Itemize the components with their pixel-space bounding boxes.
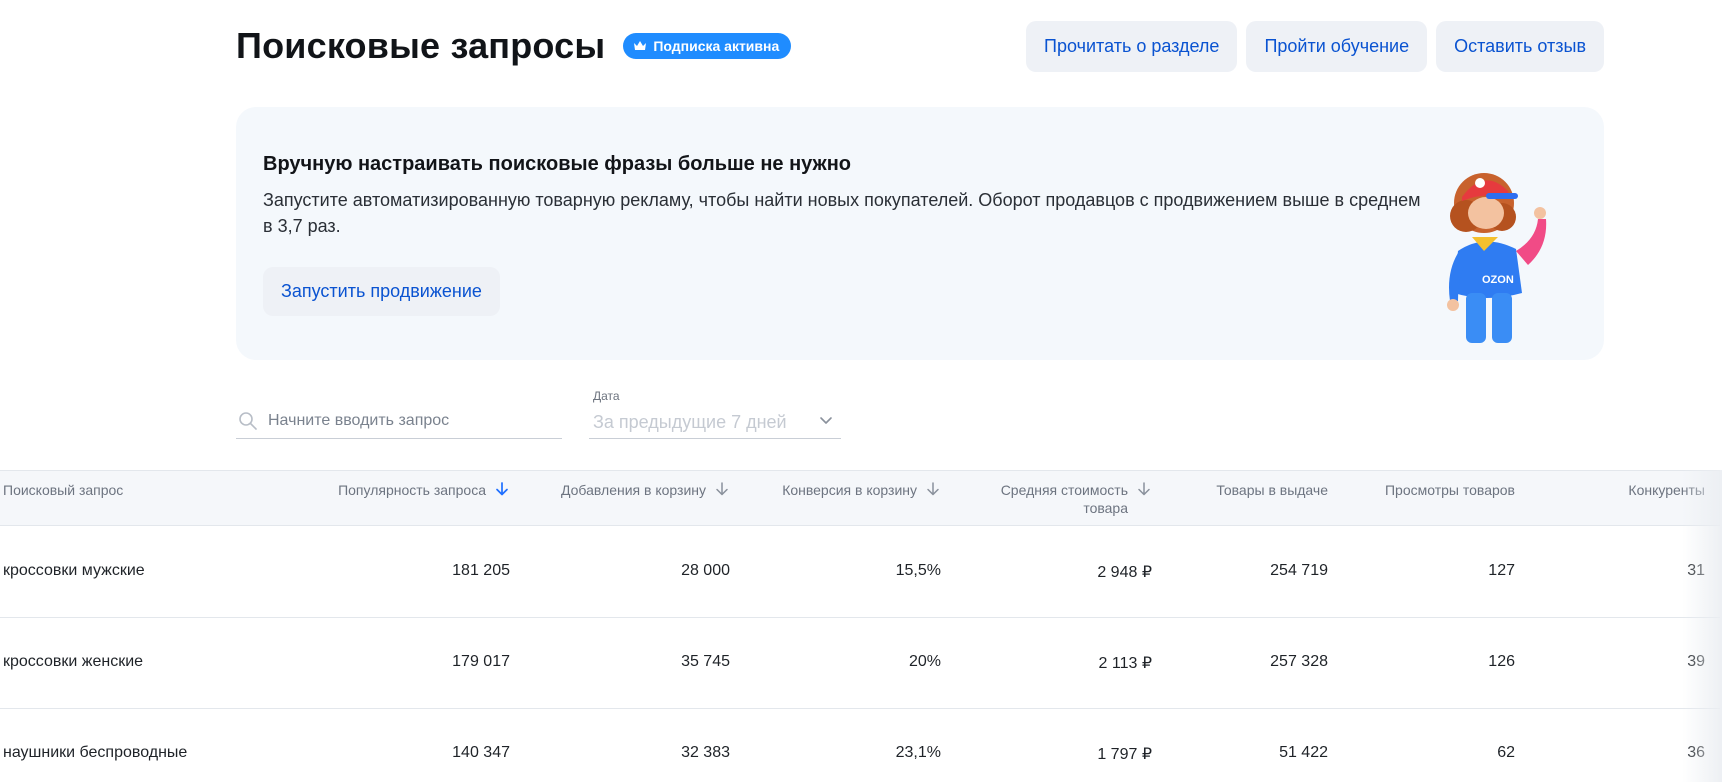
- cell-add-to-cart: 28 000: [681, 562, 730, 579]
- sort-arrow-down-icon: [716, 482, 728, 496]
- promo-text: Запустите автоматизированную товарную ре…: [263, 190, 1421, 236]
- sort-arrow-down-icon: [1138, 482, 1150, 496]
- subscription-badge: Подписка активна: [623, 33, 792, 59]
- leave-feedback-button[interactable]: Оставить отзыв: [1436, 20, 1604, 72]
- cell-products-in-results: 254 719: [1270, 562, 1328, 579]
- chevron-down-icon: [820, 417, 832, 424]
- ozon-mascot-illustration: OZON: [1447, 173, 1547, 343]
- search-queries-table: Поисковый запрос Популярность запроса До…: [0, 470, 1722, 782]
- cell-cart-conversion: 23,1%: [895, 744, 941, 761]
- cell-query: наушники беспроводные: [3, 744, 188, 761]
- subscription-badge-label: Подписка активна: [653, 38, 780, 54]
- date-value: За предыдущие 7 дней: [593, 412, 787, 432]
- cell-product-views: 62: [1497, 744, 1515, 761]
- cell-popularity: 179 017: [452, 653, 510, 670]
- cell-add-to-cart: 35 745: [681, 653, 730, 670]
- column-header-query[interactable]: Поисковый запрос: [3, 481, 123, 499]
- sort-arrow-down-icon: [927, 482, 939, 496]
- column-header-products-in-results[interactable]: Товары в выдаче: [1170, 481, 1328, 499]
- column-header-average-price[interactable]: Средняя стоимость товара: [960, 481, 1152, 517]
- cell-cart-conversion: 15,5%: [895, 562, 941, 579]
- read-about-section-button[interactable]: Прочитать о разделе: [1026, 20, 1238, 72]
- column-header-product-views[interactable]: Просмотры товаров: [1340, 481, 1515, 499]
- page-header: Поисковые запросы Подписка активна Прочи…: [236, 18, 1604, 74]
- cell-popularity: 181 205: [452, 562, 510, 579]
- column-header-add-to-cart[interactable]: Добавления в корзину: [520, 481, 730, 499]
- cell-add-to-cart: 32 383: [681, 744, 730, 761]
- crown-icon: [634, 41, 647, 50]
- table-row[interactable]: наушники беспроводные 140 347 32 383 23,…: [0, 708, 1720, 782]
- cell-competitors: 39: [1687, 653, 1705, 670]
- cell-cart-conversion: 20%: [908, 653, 941, 670]
- table-header: Поисковый запрос Популярность запроса До…: [0, 470, 1720, 526]
- search-input[interactable]: [266, 411, 550, 431]
- page-title: Поисковые запросы: [236, 25, 606, 66]
- cell-product-views: 127: [1488, 562, 1515, 579]
- cell-average-price: 2 113 ₽: [1098, 655, 1152, 672]
- promo-banner: Вручную настраивать поисковые фразы боль…: [236, 107, 1604, 360]
- search-field: [236, 404, 562, 439]
- take-training-button[interactable]: Пройти обучение: [1246, 20, 1428, 72]
- filters-bar: Дата За предыдущие 7 дней: [236, 382, 876, 442]
- table-row[interactable]: кроссовки мужские 181 205 28 000 15,5% 2…: [0, 526, 1720, 618]
- date-label: Дата: [593, 389, 620, 403]
- cell-competitors: 36: [1687, 744, 1705, 761]
- start-promotion-button[interactable]: Запустить продвижение: [263, 267, 500, 316]
- search-icon: [239, 412, 257, 430]
- mascot-logo-text: OZON: [1482, 274, 1514, 286]
- cell-products-in-results: 257 328: [1270, 653, 1328, 670]
- column-header-popularity[interactable]: Популярность запроса: [300, 481, 510, 499]
- cell-product-views: 126: [1488, 653, 1515, 670]
- cell-competitors: 31: [1687, 562, 1705, 579]
- table-row[interactable]: кроссовки женские 179 017 35 745 20% 2 1…: [0, 617, 1720, 709]
- sort-arrow-down-icon: [496, 482, 508, 496]
- column-header-competitors[interactable]: Конкуренты: [1560, 481, 1705, 499]
- cell-average-price: 1 797 ₽: [1097, 746, 1152, 763]
- cell-query: кроссовки мужские: [3, 562, 145, 579]
- cell-query: кроссовки женские: [3, 653, 144, 670]
- cell-popularity: 140 347: [452, 744, 510, 761]
- cell-products-in-results: 51 422: [1279, 744, 1328, 761]
- date-select[interactable]: Дата За предыдущие 7 дней: [589, 382, 841, 439]
- column-header-cart-conversion[interactable]: Конверсия в корзину: [730, 481, 941, 499]
- cell-average-price: 2 948 ₽: [1097, 564, 1152, 581]
- promo-title: Вручную настраивать поисковые фразы боль…: [263, 153, 852, 175]
- header-actions: Прочитать о разделе Пройти обучение Оста…: [1026, 20, 1604, 72]
